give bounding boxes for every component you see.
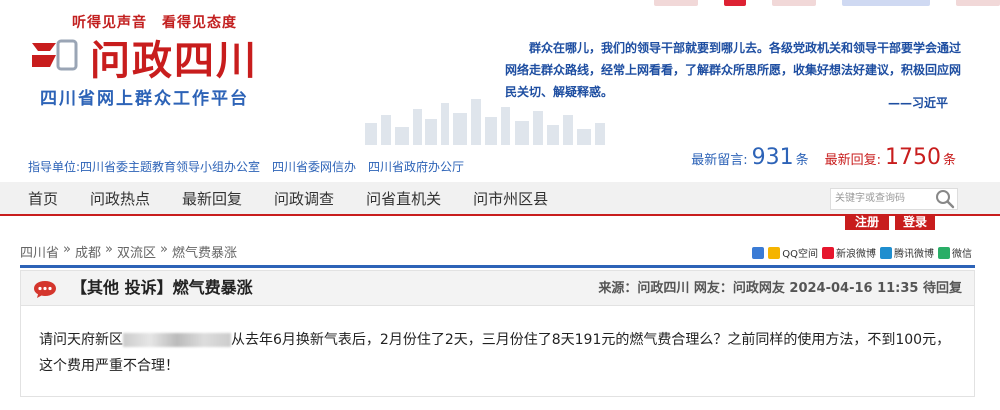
latest-message-label: 最新留言:: [691, 153, 748, 168]
partner-logo[interactable]: [842, 0, 930, 6]
share-label: 腾讯微博: [894, 249, 934, 260]
search-icon[interactable]: [934, 188, 956, 210]
partner-logo[interactable]: [654, 0, 698, 6]
partner-logo[interactable]: [724, 0, 746, 6]
latest-reply-label: 最新回复:: [824, 153, 881, 168]
speech-bubble-icon: [34, 281, 56, 298]
breadcrumb-district[interactable]: 双流区: [117, 242, 156, 261]
share-label: QQ空间: [782, 249, 818, 260]
latest-message-count: 931: [751, 145, 794, 170]
partner-logo[interactable]: [956, 0, 1000, 6]
share-bar: QQ空间 新浪微博 腾讯微博 微信: [752, 245, 972, 260]
post-title: 【其他 投诉】燃气费暴涨: [71, 278, 253, 297]
breadcrumb-city[interactable]: 成都: [75, 242, 101, 261]
site-logo-icon: [32, 39, 78, 71]
breadcrumb-separator: »: [63, 242, 71, 257]
breadcrumb-province[interactable]: 四川省: [20, 242, 59, 261]
wechat-icon: [938, 246, 950, 259]
share-wechat[interactable]: 微信: [938, 245, 972, 260]
post-header: 【其他 投诉】燃气费暴涨 来源：问政四川 网友：问政网友 2024-04-16 …: [20, 270, 975, 306]
site-subtitle: 四川省网上群众工作平台: [40, 89, 249, 109]
nav-item-hot[interactable]: 问政热点: [90, 182, 150, 216]
sponsor-units: 指导单位:四川省委主题教育领导小组办公室 四川省委网信办 四川省政府办公厅: [28, 160, 465, 174]
register-button[interactable]: 注册: [845, 214, 889, 230]
nav-item-survey[interactable]: 问政调查: [274, 182, 334, 216]
quote-author: ——习近平: [888, 96, 949, 110]
share-plus-icon[interactable]: [752, 246, 765, 259]
nav-item-home[interactable]: 首页: [28, 182, 58, 216]
qzone-icon: [768, 246, 781, 259]
nav-item-provincial-agencies[interactable]: 问省直机关: [366, 182, 441, 216]
weibo-icon: [822, 246, 834, 259]
breadcrumb-current: 燃气费暴涨: [171, 246, 237, 261]
share-label: 新浪微博: [836, 249, 876, 260]
share-tencent-weibo[interactable]: 腾讯微博: [880, 245, 934, 260]
city-skyline-image: [365, 99, 605, 145]
post-body-prefix: 请问天府新区: [39, 332, 123, 348]
post-meta: 来源：问政四川 网友：问政网友 2024-04-16 11:35 待回复: [598, 281, 962, 296]
partner-logo[interactable]: [772, 0, 816, 6]
message-stats: 最新留言: 931 条 最新回复: 1750 条: [691, 145, 956, 170]
latest-reply-count: 1750: [884, 145, 941, 170]
nav-item-latest-replies[interactable]: 最新回复: [182, 182, 242, 216]
breadcrumb-separator: »: [105, 242, 113, 257]
breadcrumb-separator: »: [159, 242, 168, 257]
share-weibo[interactable]: 新浪微博: [822, 245, 876, 260]
share-qzone[interactable]: QQ空间: [768, 245, 818, 260]
site-header: 听得见声音 看得见态度 问政四川 四川省网上群众工作平台 群众在哪儿，我们的领导…: [0, 0, 1000, 182]
nav-item-cities-districts[interactable]: 问市州区县: [473, 182, 548, 216]
tencent-weibo-icon: [880, 246, 892, 259]
latest-message-unit: 条: [795, 153, 809, 168]
breadcrumb: 四川省 » 成都 » 双流区 » 燃气费暴涨: [20, 242, 237, 261]
redacted-address: [123, 333, 231, 347]
site-title[interactable]: 问政四川: [90, 28, 258, 86]
latest-reply-unit: 条: [942, 153, 956, 168]
partner-logos: [654, 0, 1000, 8]
share-label: 微信: [952, 249, 972, 260]
login-button[interactable]: 登录: [895, 214, 935, 230]
post-body: 请问天府新区 从去年6月换新气表后，2月份住了2天，三月份住了8天191元的燃气费…: [20, 305, 975, 397]
section-divider: [20, 265, 975, 268]
